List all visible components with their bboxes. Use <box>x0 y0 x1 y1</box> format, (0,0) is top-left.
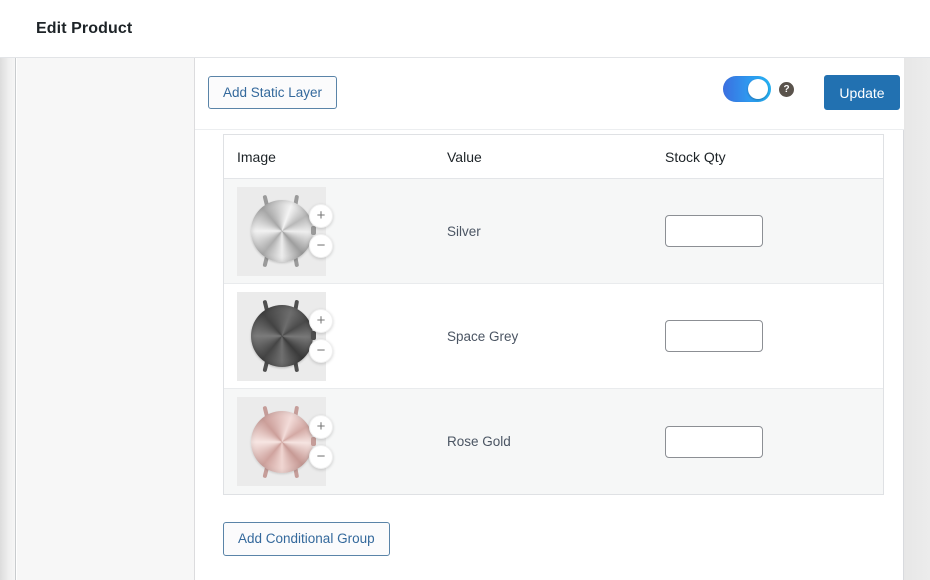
image-controls: + − <box>309 204 333 258</box>
update-button[interactable]: Update <box>824 75 900 110</box>
table-header-row: Image Value Stock Qty <box>224 135 883 179</box>
stock-qty-input[interactable] <box>665 426 763 458</box>
page-title: Edit Product <box>36 20 132 38</box>
panel-toolbar: Add Static Layer ? Update <box>195 58 904 130</box>
table-row: + − Space Grey <box>224 284 883 389</box>
cell-image: + − <box>224 389 443 494</box>
toggle-knob <box>748 79 768 99</box>
cell-stock-qty <box>663 320 883 352</box>
admin-sidebar-rail <box>0 58 16 580</box>
silver-watch-icon <box>251 200 313 262</box>
variation-value-label: Silver <box>443 224 663 239</box>
remove-image-button[interactable]: − <box>309 234 333 258</box>
space-grey-watch-icon <box>251 305 313 367</box>
toggle-group: ? <box>723 76 794 102</box>
add-image-button[interactable]: + <box>309 309 333 333</box>
remove-image-button[interactable]: − <box>309 445 333 469</box>
cell-stock-qty <box>663 215 883 247</box>
page-gutter <box>904 58 930 580</box>
table-row: + − Silver <box>224 179 883 284</box>
column-header-image: Image <box>224 149 443 165</box>
add-image-button[interactable]: + <box>309 415 333 439</box>
image-controls: + − <box>309 415 333 469</box>
variation-value-label: Space Grey <box>443 329 663 344</box>
content-panel: Add Static Layer ? Update Image Value St… <box>195 58 904 580</box>
variations-table: Image Value Stock Qty + − <box>223 134 884 495</box>
stock-qty-input[interactable] <box>665 320 763 352</box>
add-image-button[interactable]: + <box>309 204 333 228</box>
cell-image: + − <box>224 284 443 388</box>
preview-toggle[interactable] <box>723 76 771 102</box>
image-controls: + − <box>309 309 333 363</box>
stock-qty-input[interactable] <box>665 215 763 247</box>
rose-gold-watch-icon <box>251 411 313 473</box>
cell-stock-qty <box>663 426 883 458</box>
column-header-value: Value <box>443 149 663 165</box>
admin-header: Edit Product <box>0 0 930 58</box>
remove-image-button[interactable]: − <box>309 339 333 363</box>
admin-sidebar <box>17 58 195 580</box>
table-row: + − Rose Gold <box>224 389 883 494</box>
cell-image: + − <box>224 179 443 283</box>
variation-value-label: Rose Gold <box>443 434 663 449</box>
add-static-layer-button[interactable]: Add Static Layer <box>208 76 337 109</box>
column-header-stock-qty: Stock Qty <box>663 149 883 165</box>
add-conditional-group-button[interactable]: Add Conditional Group <box>223 522 390 556</box>
question-mark-icon[interactable]: ? <box>779 82 794 97</box>
